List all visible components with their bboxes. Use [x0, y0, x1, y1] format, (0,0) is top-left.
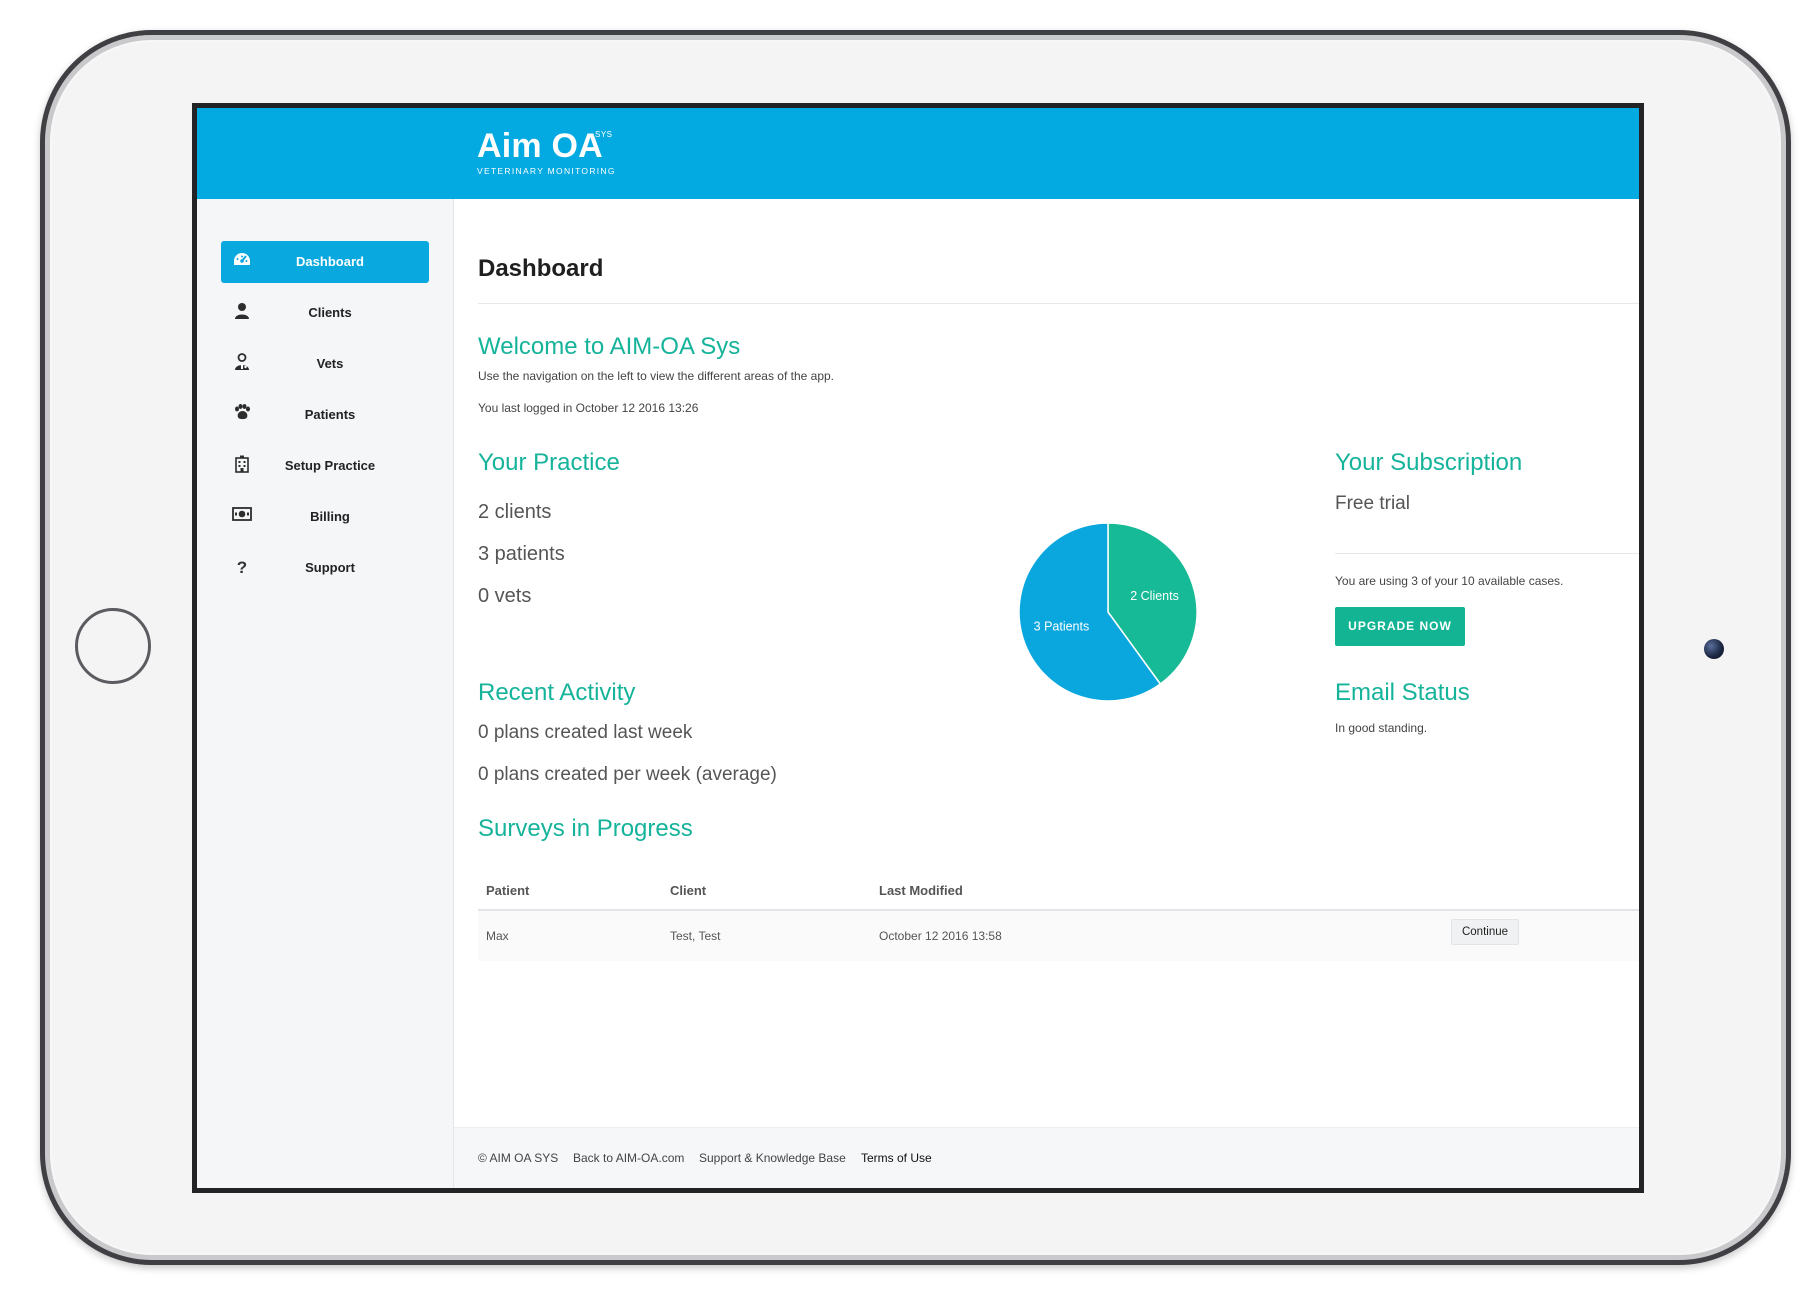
- camera-icon: [1704, 639, 1724, 659]
- practice-vets-count: 0 vets: [478, 585, 532, 607]
- row-modified-cell: October 12 2016 13:58: [879, 929, 1002, 943]
- column-header-patient: Patient: [486, 883, 530, 898]
- title-divider: [478, 303, 1639, 304]
- sidebar-item-label: Billing: [310, 509, 350, 524]
- sidebar-item-label: Patients: [304, 407, 356, 422]
- column-header-last-modified: Last Modified: [879, 883, 963, 898]
- sidebar: Dashboard Clients Vets Patients Setup Pr…: [197, 199, 454, 1188]
- top-header: Aim OA SYS VETERINARY MONITORING: [197, 108, 1639, 199]
- sidebar-item-dashboard[interactable]: Dashboard: [221, 241, 429, 283]
- brand-logo[interactable]: Aim OA SYS VETERINARY MONITORING: [477, 128, 616, 176]
- main-content: Dashboard Welcome to AIM-OA Sys Use the …: [454, 199, 1639, 1188]
- plans-per-week: 0 plans created per week (average): [478, 764, 777, 785]
- app-screen: Aim OA SYS VETERINARY MONITORING Dashboa…: [192, 103, 1644, 1193]
- plans-last-week: 0 plans created last week: [478, 722, 693, 743]
- footer-link-back-to-site[interactable]: Back to AIM-OA.com: [573, 1151, 684, 1165]
- recent-activity-heading: Recent Activity: [478, 679, 636, 706]
- upgrade-now-button[interactable]: UPGRADE NOW: [1335, 607, 1465, 646]
- subscription-heading: Your Subscription: [1335, 449, 1523, 476]
- brand-superscript: SYS: [595, 130, 613, 139]
- pie-slice-label-2: 3 Patients: [1034, 619, 1090, 633]
- sidebar-item-label: Support: [305, 560, 355, 575]
- column-header-client: Client: [670, 883, 707, 898]
- home-button[interactable]: [75, 608, 151, 684]
- last-login-text: You last logged in October 12 2016 13:26: [478, 401, 699, 415]
- practice-clients-count: 2 clients: [478, 501, 552, 523]
- subscription-plan: Free trial: [1335, 493, 1410, 514]
- surveys-heading: Surveys in Progress: [478, 815, 693, 842]
- email-status-text: In good standing.: [1335, 721, 1428, 735]
- sidebar-item-clients[interactable]: Clients: [221, 292, 429, 334]
- brand-tagline: VETERINARY MONITORING: [477, 166, 616, 176]
- footer: © AIM OA SYS Back to AIM-OA.com Support …: [454, 1127, 1639, 1188]
- subscription-usage: You are using 3 of your 10 available cas…: [1335, 574, 1564, 588]
- pie-slice-label-1: 2 Clients: [1130, 589, 1179, 603]
- sidebar-item-vets[interactable]: Vets: [221, 343, 429, 385]
- subscription-divider: [1335, 553, 1639, 554]
- continue-button[interactable]: Continue: [1451, 919, 1519, 945]
- row-client-cell: Test, Test: [670, 929, 721, 943]
- sidebar-item-support[interactable]: ? Support: [221, 547, 429, 589]
- sidebar-item-label: Clients: [308, 305, 352, 320]
- sidebar-item-setup-practice[interactable]: Setup Practice: [221, 445, 429, 487]
- practice-patients-count: 3 patients: [478, 543, 565, 565]
- sidebar-item-label: Setup Practice: [284, 458, 376, 473]
- sidebar-item-label: Dashboard: [296, 254, 364, 269]
- footer-copyright: © AIM OA SYS: [478, 1151, 559, 1165]
- page-title: Dashboard: [478, 255, 604, 282]
- sidebar-item-patients[interactable]: Patients: [221, 394, 429, 436]
- footer-link-support-kb[interactable]: Support & Knowledge Base: [699, 1151, 846, 1165]
- sidebar-item-label: Vets: [316, 356, 344, 371]
- practice-pie-chart: 2 Clients 3 Patients: [1018, 522, 1198, 702]
- sidebar-nav: Dashboard Clients Vets Patients Setup Pr…: [221, 241, 429, 598]
- email-status-heading: Email Status: [1335, 679, 1470, 706]
- welcome-intro: Use the navigation on the left to view t…: [478, 369, 835, 383]
- row-patient-cell: Max: [486, 929, 509, 943]
- sidebar-item-billing[interactable]: Billing: [221, 496, 429, 538]
- welcome-heading: Welcome to AIM-OA Sys: [478, 333, 741, 360]
- practice-heading: Your Practice: [478, 449, 620, 476]
- footer-link-terms[interactable]: Terms of Use: [861, 1151, 932, 1165]
